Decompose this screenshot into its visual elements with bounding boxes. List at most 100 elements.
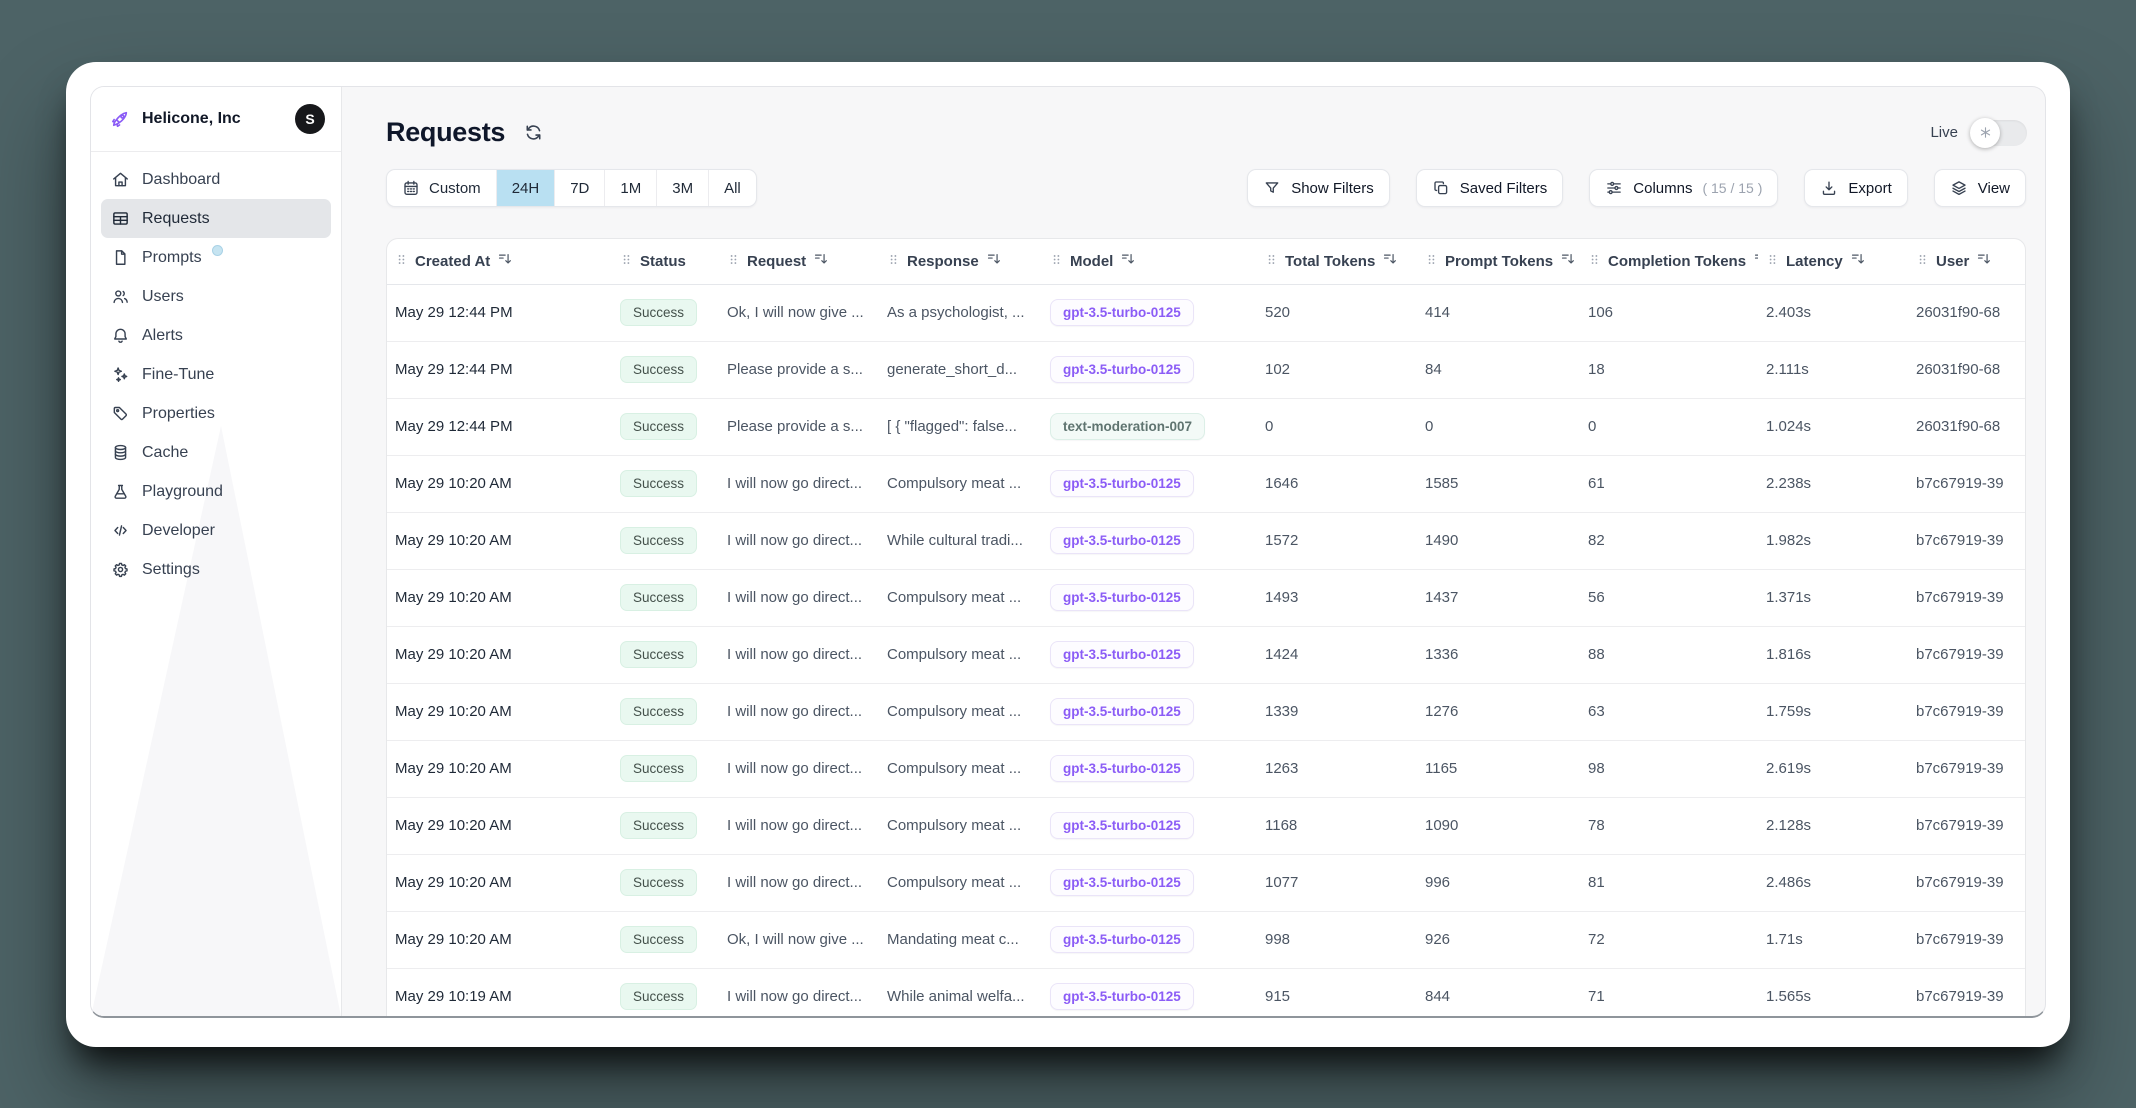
table-row[interactable]: May 29 12:44 PMSuccessPlease provide a s… — [387, 341, 2026, 398]
table-row[interactable]: May 29 12:44 PMSuccessPlease provide a s… — [387, 398, 2026, 455]
table-row[interactable]: May 29 10:20 AMSuccessI will now go dire… — [387, 455, 2026, 512]
column-header-model[interactable]: Model — [1042, 239, 1257, 284]
time-range-7d[interactable]: 7D — [554, 170, 604, 206]
cell-response: Compulsory meat ... — [879, 683, 1042, 740]
drag-dots-icon[interactable] — [1766, 253, 1779, 270]
copy-icon — [1432, 179, 1450, 197]
cell-user: b7c67919-39 — [1908, 740, 2026, 797]
cell-total-tokens: 1263 — [1257, 740, 1417, 797]
sort-icon[interactable] — [1120, 251, 1136, 271]
sort-icon[interactable] — [1382, 251, 1398, 271]
column-header-completion-tokens[interactable]: Completion Tokens — [1580, 239, 1758, 284]
sort-icon[interactable] — [1850, 251, 1866, 271]
table-row[interactable]: May 29 10:20 AMSuccessI will now go dire… — [387, 626, 2026, 683]
drag-dots-icon[interactable] — [727, 253, 740, 270]
table-row[interactable]: May 29 12:44 PMSuccessOk, I will now giv… — [387, 284, 2026, 341]
column-header-user[interactable]: User — [1908, 239, 2026, 284]
drag-dots-icon[interactable] — [1265, 253, 1278, 270]
export-button[interactable]: Export — [1804, 169, 1907, 207]
columns-button[interactable]: Columns( 15 / 15 ) — [1589, 169, 1778, 207]
cell-user: b7c67919-39 — [1908, 455, 2026, 512]
time-range-custom[interactable]: Custom — [387, 170, 496, 206]
live-toggle[interactable] — [1971, 120, 2027, 146]
sort-icon[interactable] — [813, 251, 829, 271]
sort-icon[interactable] — [497, 251, 513, 271]
cell-created-at: May 29 12:44 PM — [387, 398, 612, 455]
column-header-latency[interactable]: Latency — [1758, 239, 1908, 284]
drag-dots-icon[interactable] — [1050, 253, 1063, 270]
refresh-button[interactable] — [523, 122, 544, 143]
drag-dots-icon[interactable] — [1588, 253, 1601, 270]
drag-dots-icon[interactable] — [1425, 253, 1438, 270]
column-header-response[interactable]: Response — [879, 239, 1042, 284]
sort-icon[interactable] — [986, 251, 1002, 271]
sidebar-item-prompts[interactable]: Prompts — [101, 238, 331, 277]
sidebar-item-settings[interactable]: Settings — [101, 550, 331, 589]
sidebar-item-users[interactable]: Users — [101, 277, 331, 316]
org-switcher[interactable]: Helicone, Inc S — [91, 87, 341, 152]
button-label: Columns — [1633, 180, 1692, 197]
cell-status: Success — [612, 284, 719, 341]
time-range-1m[interactable]: 1M — [604, 170, 656, 206]
time-range-all[interactable]: All — [708, 170, 756, 206]
cell-model: gpt-3.5-turbo-0125 — [1042, 626, 1257, 683]
table-row[interactable]: May 29 10:20 AMSuccessI will now go dire… — [387, 512, 2026, 569]
drag-dots-icon[interactable] — [887, 253, 900, 270]
drag-dots-icon[interactable] — [1916, 253, 1929, 270]
cell-total-tokens: 915 — [1257, 968, 1417, 1016]
cell-request: I will now go direct... — [719, 968, 879, 1016]
cell-prompt-tokens: 1165 — [1417, 740, 1580, 797]
time-range-3m[interactable]: 3M — [656, 170, 708, 206]
model-badge: gpt-3.5-turbo-0125 — [1050, 527, 1194, 554]
view-button[interactable]: View — [1934, 169, 2026, 207]
time-range-24h[interactable]: 24H — [496, 170, 555, 206]
sort-icon[interactable] — [1753, 251, 1758, 271]
sort-icon[interactable] — [1560, 251, 1576, 271]
cell-completion-tokens: 72 — [1580, 911, 1758, 968]
table-row[interactable]: May 29 10:20 AMSuccessI will now go dire… — [387, 854, 2026, 911]
column-label: Prompt Tokens — [1445, 253, 1553, 270]
column-header-prompt-tokens[interactable]: Prompt Tokens — [1417, 239, 1580, 284]
sort-icon[interactable] — [1976, 251, 1992, 271]
sidebar-item-label: Alerts — [142, 327, 183, 345]
column-header-total-tokens[interactable]: Total Tokens — [1257, 239, 1417, 284]
cell-total-tokens: 1077 — [1257, 854, 1417, 911]
cell-status: Success — [612, 968, 719, 1016]
table-row[interactable]: May 29 10:20 AMSuccessI will now go dire… — [387, 569, 2026, 626]
cell-total-tokens: 1646 — [1257, 455, 1417, 512]
sidebar-item-properties[interactable]: Properties — [101, 394, 331, 433]
cell-total-tokens: 1339 — [1257, 683, 1417, 740]
table-row[interactable]: May 29 10:20 AMSuccessI will now go dire… — [387, 797, 2026, 854]
table-row[interactable]: May 29 10:20 AMSuccessI will now go dire… — [387, 740, 2026, 797]
column-header-created-at[interactable]: Created At — [387, 239, 612, 284]
drag-dots-icon[interactable] — [395, 253, 408, 270]
cell-user: 26031f90-68 — [1908, 284, 2026, 341]
filter-bar: Custom 24H 7D1M3MAll Show Filters Saved Fil… — [386, 169, 2026, 207]
users-icon — [111, 287, 130, 306]
show-filters-button[interactable]: Show Filters — [1247, 169, 1390, 207]
sidebar-item-developer[interactable]: Developer — [101, 511, 331, 550]
model-badge: gpt-3.5-turbo-0125 — [1050, 299, 1194, 326]
cell-response: As a psychologist, ... — [879, 284, 1042, 341]
status-badge: Success — [620, 755, 697, 782]
sidebar-item-playground[interactable]: Playground — [101, 472, 331, 511]
drag-dots-icon[interactable] — [620, 253, 633, 270]
cell-model: gpt-3.5-turbo-0125 — [1042, 911, 1257, 968]
sidebar-item-dashboard[interactable]: Dashboard — [101, 160, 331, 199]
table-row[interactable]: May 29 10:19 AMSuccessI will now go dire… — [387, 968, 2026, 1016]
sparkles-icon — [111, 365, 130, 384]
saved-filters-button[interactable]: Saved Filters — [1416, 169, 1564, 207]
avatar[interactable]: S — [295, 104, 325, 134]
sidebar-item-alerts[interactable]: Alerts — [101, 316, 331, 355]
sidebar-item-fine-tune[interactable]: Fine-Tune — [101, 355, 331, 394]
sidebar-item-cache[interactable]: Cache — [101, 433, 331, 472]
column-header-status[interactable]: Status — [612, 239, 719, 284]
table-row[interactable]: May 29 10:20 AMSuccessI will now go dire… — [387, 683, 2026, 740]
column-header-request[interactable]: Request — [719, 239, 879, 284]
time-range-label: 24H — [512, 180, 540, 197]
status-badge: Success — [620, 983, 697, 1010]
database-icon — [111, 443, 130, 462]
sidebar-item-requests[interactable]: Requests — [101, 199, 331, 238]
table-row[interactable]: May 29 10:20 AMSuccessOk, I will now giv… — [387, 911, 2026, 968]
cell-completion-tokens: 71 — [1580, 968, 1758, 1016]
